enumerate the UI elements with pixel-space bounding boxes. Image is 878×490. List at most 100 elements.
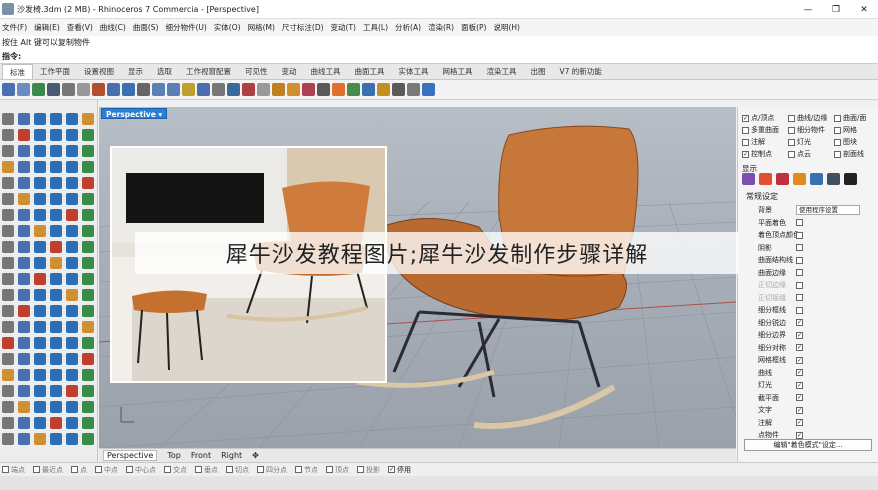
tool-icon[interactable]: [18, 193, 30, 205]
tool-icon[interactable]: [18, 433, 30, 445]
display-setting-checkbox[interactable]: [796, 281, 803, 289]
close-button[interactable]: ✕: [850, 0, 878, 19]
checkbox[interactable]: [788, 138, 795, 146]
zoom-icon[interactable]: [182, 83, 195, 96]
tool-icon[interactable]: [66, 417, 78, 429]
tool-icon[interactable]: [2, 273, 14, 285]
toolbar-tab[interactable]: 工作视窗配置: [179, 64, 238, 79]
tool-icon[interactable]: [50, 385, 62, 397]
undo-icon[interactable]: [122, 83, 135, 96]
tool-icon[interactable]: [82, 385, 94, 397]
osnap-checkbox[interactable]: [357, 466, 364, 473]
sphere-icon[interactable]: [362, 83, 375, 96]
display-setting-checkbox[interactable]: [796, 231, 803, 239]
options-icon[interactable]: [377, 83, 390, 96]
tool-icon[interactable]: [66, 177, 78, 189]
display-setting-checkbox[interactable]: [796, 306, 803, 314]
checkbox[interactable]: [834, 138, 841, 146]
redo-icon[interactable]: [137, 83, 150, 96]
tool-icon[interactable]: [50, 273, 62, 285]
tool-icon[interactable]: [34, 337, 46, 349]
display-setting-checkbox[interactable]: [796, 256, 803, 264]
tool-icon[interactable]: [2, 369, 14, 381]
color-wheel-icon[interactable]: [759, 173, 772, 185]
osnap-checkbox[interactable]: [71, 466, 78, 473]
save-icon[interactable]: [32, 83, 45, 96]
viewport-tab[interactable]: Right: [221, 451, 242, 460]
render-icon[interactable]: [332, 83, 345, 96]
tool-icon[interactable]: [82, 353, 94, 365]
tool-icon[interactable]: [34, 209, 46, 221]
tool-icon[interactable]: [18, 225, 30, 237]
menu-item[interactable]: 渲染(R): [428, 22, 454, 33]
object-filter-item[interactable]: 多重曲面: [742, 124, 788, 136]
import-icon[interactable]: [62, 83, 75, 96]
tool-icon[interactable]: [66, 273, 78, 285]
tool-icon[interactable]: [2, 241, 14, 253]
tool-icon[interactable]: [66, 353, 78, 365]
toolbar-tab[interactable]: 变动: [275, 64, 304, 79]
tool-icon[interactable]: [66, 193, 78, 205]
viewport-tab[interactable]: ✥: [252, 451, 259, 460]
material-icon[interactable]: [347, 83, 360, 96]
osnap-checkbox[interactable]: [326, 466, 333, 473]
tool-icon[interactable]: [34, 161, 46, 173]
osnap-checkbox[interactable]: [95, 466, 102, 473]
osnap-item[interactable]: 顶点: [326, 465, 349, 475]
material-icon[interactable]: [776, 173, 789, 185]
checkbox[interactable]: [834, 126, 841, 134]
tool-icon[interactable]: [34, 257, 46, 269]
osnap-checkbox[interactable]: [33, 466, 40, 473]
tool-icon[interactable]: [50, 289, 62, 301]
tool-icon[interactable]: [2, 177, 14, 189]
display-setting-checkbox[interactable]: [796, 344, 803, 352]
menu-item[interactable]: 曲线(C): [100, 22, 126, 33]
tool-icon[interactable]: [82, 177, 94, 189]
toolbar-tab[interactable]: 实体工具: [392, 64, 436, 79]
menu-item[interactable]: 查看(V): [67, 22, 93, 33]
tool-icon[interactable]: [50, 369, 62, 381]
tool-icon[interactable]: [50, 257, 62, 269]
tool-icon[interactable]: [34, 353, 46, 365]
tool-icon[interactable]: [66, 289, 78, 301]
osnap-item[interactable]: 投影: [357, 465, 380, 475]
osnap-checkbox[interactable]: [226, 466, 233, 473]
toolbar-tab[interactable]: 曲线工具: [304, 64, 348, 79]
osnap-checkbox[interactable]: [195, 466, 202, 473]
checkbox[interactable]: [742, 138, 749, 146]
tool-icon[interactable]: [50, 145, 62, 157]
osnap-item[interactable]: 交点: [164, 465, 187, 475]
display-setting-checkbox[interactable]: [796, 244, 803, 252]
toolbar-tab[interactable]: 工作平面: [33, 64, 77, 79]
viewport-label[interactable]: Perspective ▾: [101, 108, 168, 119]
menu-item[interactable]: 网格(M): [248, 22, 275, 33]
osnap-checkbox[interactable]: [2, 466, 9, 473]
display-setting-checkbox[interactable]: [796, 431, 803, 439]
tool-icon[interactable]: [66, 321, 78, 333]
osnap-item[interactable]: 四分点: [257, 465, 287, 475]
paste-icon[interactable]: [107, 83, 120, 96]
tool-icon[interactable]: [18, 177, 30, 189]
lock-icon[interactable]: [287, 83, 300, 96]
tool-icon[interactable]: [18, 241, 30, 253]
tool-icon[interactable]: [2, 305, 14, 317]
tool-icon[interactable]: [2, 161, 14, 173]
toolbar-tab[interactable]: 设置视图: [77, 64, 121, 79]
new-file-icon[interactable]: [2, 83, 15, 96]
menu-item[interactable]: 尺寸标注(D): [282, 22, 324, 33]
tool-icon[interactable]: [34, 321, 46, 333]
tool-icon[interactable]: [50, 433, 62, 445]
help-icon[interactable]: [422, 83, 435, 96]
tool-icon[interactable]: [66, 161, 78, 173]
display-setting-checkbox[interactable]: [796, 406, 803, 414]
osnap-item[interactable]: 中点: [95, 465, 118, 475]
tool-icon[interactable]: [18, 273, 30, 285]
display-setting-checkbox[interactable]: [796, 394, 803, 402]
display-setting-checkbox[interactable]: [796, 219, 803, 227]
tool-icon[interactable]: [34, 177, 46, 189]
tool-icon[interactable]: [18, 353, 30, 365]
tool-icon[interactable]: [2, 433, 14, 445]
osnap-item[interactable]: 垂点: [195, 465, 218, 475]
tool-icon[interactable]: [50, 113, 62, 125]
tool-icon[interactable]: [66, 241, 78, 253]
